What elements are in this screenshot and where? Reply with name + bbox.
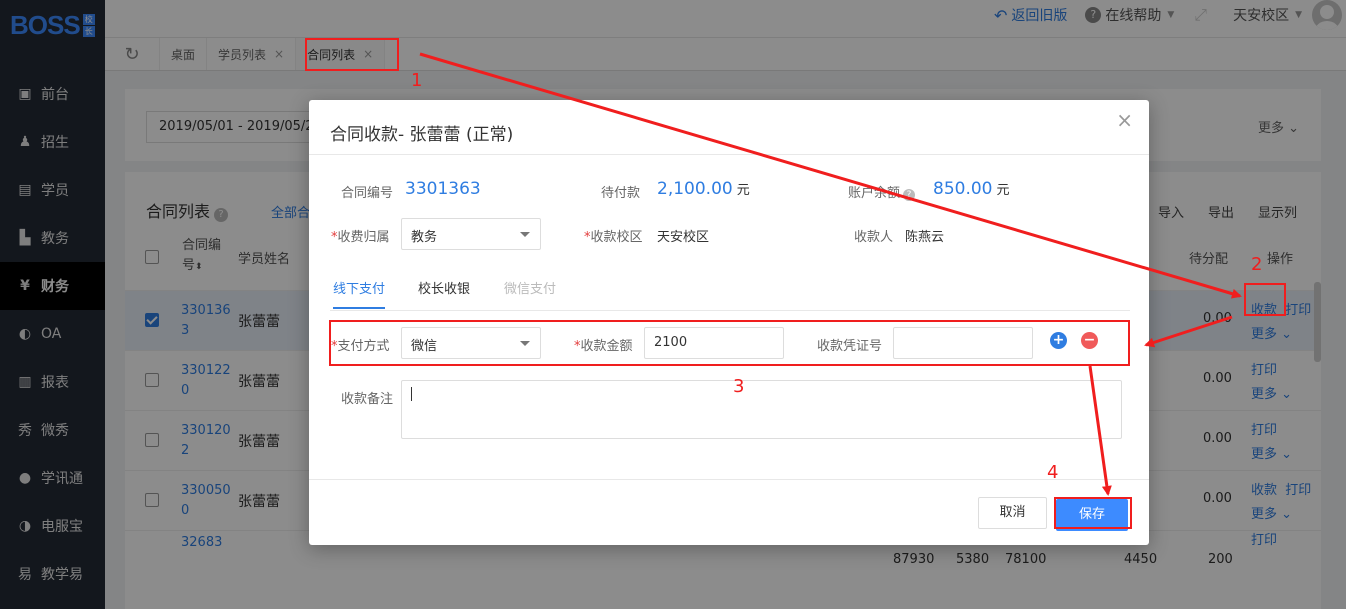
tab-wechat-pay[interactable]: 微信支付 — [504, 278, 556, 307]
annotation-box-save — [1054, 497, 1132, 529]
fee-owner-text: 收费归属 — [337, 230, 390, 245]
annotation-number-2: 2 — [1251, 254, 1263, 275]
divider — [309, 154, 1149, 155]
fee-owner-select[interactable]: 教务 — [401, 218, 541, 250]
chevron-down-icon — [520, 232, 530, 237]
annotation-number-4: 4 — [1047, 462, 1059, 483]
note-label: 收款备注 — [341, 392, 394, 407]
payee-label: 收款人 — [854, 230, 894, 245]
campus-label: *收款校区 — [584, 226, 643, 245]
balance-label-b: 余额 — [874, 186, 901, 201]
unit: 元 — [736, 183, 750, 198]
note-textarea[interactable] — [401, 380, 1122, 439]
fee-owner-label: *收费归属 — [331, 226, 390, 245]
pending-amount-value: 2,100.00 — [657, 179, 733, 199]
pending-label: 待付款 — [601, 186, 641, 201]
close-icon[interactable]: × — [1116, 108, 1133, 132]
tab-principal-cashier[interactable]: 校长收银 — [418, 278, 470, 307]
payment-tabs: 线下支付 校长收银 微信支付 — [330, 278, 1130, 311]
annotation-box-payment-row — [329, 320, 1130, 366]
annotation-number-3: 3 — [733, 376, 745, 397]
contract-no-label: 合同编号 — [341, 186, 394, 201]
pending-amount: 2,100.00 元 — [657, 179, 750, 199]
annotation-number-1: 1 — [411, 70, 423, 91]
text-cursor — [411, 387, 412, 401]
modal-title: 合同收款- 张蕾蕾 (正常) — [330, 125, 514, 145]
payee-value: 陈燕云 — [905, 230, 945, 245]
tab-offline-pay[interactable]: 线下支付 — [333, 278, 386, 309]
contract-no-value[interactable]: 3301363 — [405, 179, 481, 199]
campus-value: 天安校区 — [657, 230, 710, 245]
fee-owner-value: 教务 — [411, 230, 438, 245]
annotation-box-tab — [305, 38, 399, 71]
campus-text: 收款校区 — [590, 230, 643, 245]
balance-label: 账户余额? — [848, 182, 918, 201]
balance-label-a: 账户 — [848, 186, 875, 201]
help-icon[interactable]: ? — [903, 189, 916, 201]
annotation-box-collect — [1244, 283, 1286, 316]
cancel-button[interactable]: 取消 — [978, 497, 1047, 529]
balance-amount-value: 850.00 — [933, 179, 993, 199]
divider — [309, 479, 1149, 480]
unit: 元 — [996, 183, 1010, 198]
balance-amount: 850.00 元 — [933, 179, 1010, 199]
